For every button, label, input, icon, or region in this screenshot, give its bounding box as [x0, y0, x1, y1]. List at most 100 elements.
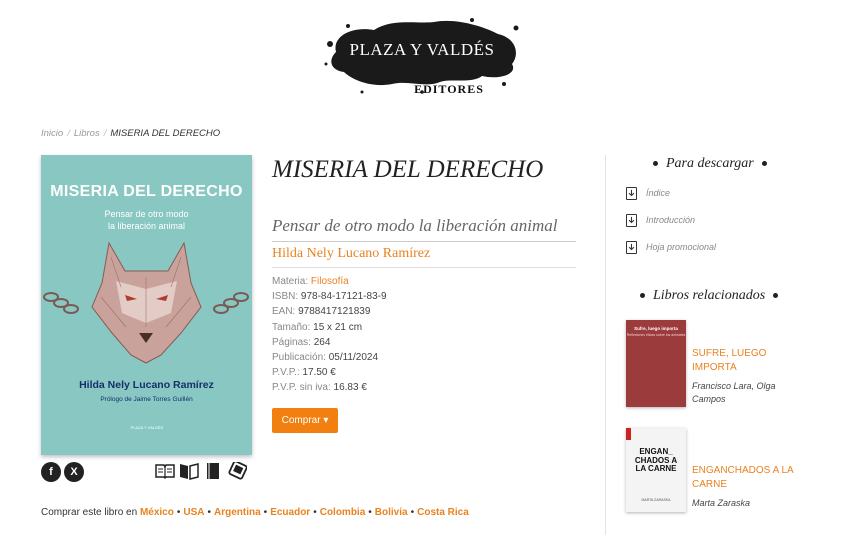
download-icon: [626, 241, 637, 254]
bullet-icon: [773, 293, 779, 299]
related-cover-subtitle: Reflexiones éticas sobre los animales: [626, 333, 686, 337]
book-author-link[interactable]: Hilda Nely Lucano Ramírez: [272, 246, 430, 262]
breadcrumb: Inicio / Libros / MISERIA DEL DERECHO: [41, 128, 220, 139]
x-twitter-icon[interactable]: X: [64, 462, 84, 482]
detail-label: P.V.P.:: [272, 367, 300, 379]
cover-publisher-mark: PLAZA Y VALDÉS: [130, 425, 164, 430]
open-book-icon[interactable]: [155, 462, 175, 480]
bullet-icon: [640, 293, 645, 299]
bullet-separator: •: [176, 507, 181, 518]
detail-price-no-vat: P.V.P. sin iva: 16.83 €: [272, 380, 387, 395]
divider: [272, 267, 576, 268]
detail-publication: Publicación: 05/11/2024: [272, 350, 387, 365]
bullet-separator: •: [410, 507, 415, 518]
bullet-icon: [761, 161, 767, 167]
related-heading-text: Libros relacionados: [653, 288, 766, 303]
detail-value: 978-84-17121-83-9: [300, 291, 387, 303]
download-label: Índice: [646, 188, 671, 198]
cover-subtitle-line-1: Pensar de otro modo: [104, 209, 189, 219]
detail-value: 264: [313, 336, 331, 348]
detail-label: Publicación:: [272, 352, 326, 364]
detail-value: 15 x 21 cm: [313, 321, 363, 333]
facebook-icon[interactable]: f: [41, 462, 61, 482]
closed-book-icon[interactable]: [203, 462, 223, 480]
related-book-author: Francisco Lara, Olga Campos: [692, 381, 776, 404]
detail-pages: Páginas: 264: [272, 335, 387, 350]
countries-prefix: Comprar este libro en: [41, 507, 138, 518]
wolf-illustration: [43, 241, 249, 364]
cover-ribbon: [626, 428, 631, 440]
bullet-separator: •: [263, 507, 268, 518]
detail-label: EAN:: [272, 306, 296, 318]
breadcrumb-current: MISERIA DEL DERECHO: [110, 128, 221, 139]
country-link[interactable]: USA: [183, 507, 204, 518]
cover-title: MISERIA DEL DERECHO: [50, 183, 243, 200]
book-title: MISERIA DEL DERECHO: [272, 156, 544, 183]
detail-label: Páginas:: [272, 336, 311, 348]
book-subtitle: Pensar de otro modo la liberación animal: [272, 216, 558, 235]
country-link[interactable]: Colombia: [320, 507, 366, 518]
download-label: Hoja promocional: [646, 242, 717, 252]
detail-isbn: ISBN: 978-84-17121-83-9: [272, 289, 387, 304]
logo-title: PLAZA Y VALDÉS: [349, 40, 495, 59]
bullet-icon: [653, 161, 658, 167]
download-label: Introducción: [646, 215, 696, 225]
detail-price: P.V.P.: 17.50 €: [272, 365, 387, 380]
breadcrumb-separator: /: [67, 128, 70, 139]
related-book-author: Marta Zaraska: [692, 498, 751, 508]
related-book-cover[interactable]: Sufre, luego importa Reflexiones éticas …: [626, 320, 686, 407]
format-icons: [155, 460, 248, 480]
detail-ean: EAN: 9788417121839: [272, 304, 387, 319]
detail-value: 17.50 €: [302, 367, 336, 379]
detail-value: 16.83 €: [333, 382, 367, 394]
sidebar-divider: [605, 155, 606, 535]
country-link[interactable]: Argentina: [214, 507, 261, 518]
related-heading: Libros relacionados: [632, 288, 786, 304]
related-book-cover[interactable]: ENGAN_ CHADOS A LA CARNE MARTA ZARASKA: [626, 428, 686, 512]
download-introduction[interactable]: Introducción: [626, 214, 696, 227]
logo-subtitle: EDITORES: [414, 82, 484, 96]
detail-label: Materia:: [272, 276, 309, 287]
downloads-heading-text: Para descargar: [666, 156, 754, 171]
publisher-logo[interactable]: PLAZA Y VALDÉS EDITORES: [322, 14, 522, 104]
detail-label: P.V.P. sin iva:: [272, 382, 331, 394]
cover-prologue: Prólogo de Jaime Torres Guillén: [100, 396, 193, 403]
buy-dropdown-button[interactable]: Comprar ▾: [272, 408, 338, 433]
book-details: Materia: Filosofía ISBN: 978-84-17121-83…: [272, 274, 387, 396]
detail-value: 9788417121839: [298, 306, 371, 318]
related-cover-title: ENGAN_ CHADOS A LA CARNE: [634, 447, 678, 473]
divider: [272, 241, 576, 242]
related-cover-author: MARTA ZARASKA: [641, 498, 671, 502]
reading-book-icon[interactable]: [179, 462, 199, 480]
share-buttons: f X: [41, 462, 84, 482]
bullet-separator: •: [207, 507, 211, 518]
related-book-title[interactable]: SUFRE, LUEGO IMPORTA: [692, 347, 802, 375]
book-cover[interactable]: MISERIA DEL DERECHO Pensar de otro modo …: [41, 155, 252, 455]
materia-link[interactable]: Filosofía: [311, 276, 349, 287]
download-icon: [626, 187, 637, 200]
buy-in-countries: Comprar este libro en México • USA • Argenti…: [41, 507, 469, 518]
download-index[interactable]: Índice: [626, 187, 671, 200]
bullet-separator: •: [368, 507, 372, 518]
breadcrumb-home[interactable]: Inicio: [41, 128, 63, 139]
detail-label: Tamaño:: [272, 321, 311, 333]
detail-value: 05/11/2024: [328, 352, 379, 364]
country-link[interactable]: Ecuador: [270, 507, 310, 518]
ebook-icon[interactable]: [227, 460, 248, 480]
breadcrumb-separator: /: [103, 128, 107, 139]
related-cover-title: Sufre, luego importa: [634, 326, 678, 331]
country-link[interactable]: Costa Rica: [417, 507, 469, 518]
breadcrumb-books[interactable]: Libros: [74, 128, 100, 139]
cover-subtitle-line-2: la liberación animal: [107, 221, 186, 231]
country-link[interactable]: México: [140, 507, 174, 518]
detail-materia: Materia: Filosofía: [272, 274, 387, 289]
detail-size: Tamaño: 15 x 21 cm: [272, 320, 387, 335]
downloads-heading: Para descargar: [645, 156, 775, 172]
download-icon: [626, 214, 637, 227]
related-book-title[interactable]: ENGANCHADOS A LA CARNE: [692, 464, 802, 492]
bullet-separator: •: [313, 507, 317, 518]
download-promo-sheet[interactable]: Hoja promocional: [626, 241, 717, 254]
cover-author: Hilda Nely Lucano Ramírez: [79, 379, 214, 391]
country-link[interactable]: Bolivia: [375, 507, 408, 518]
detail-label: ISBN:: [272, 291, 299, 303]
